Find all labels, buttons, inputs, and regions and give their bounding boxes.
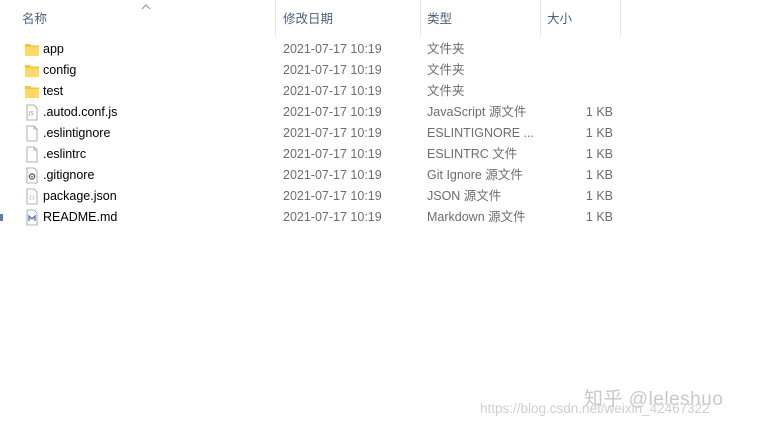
column-header-date[interactable]: 修改日期 [277,0,421,36]
file-row-eslintignore[interactable]: .eslintignore 2021-07-17 10:19 ESLINTIGN… [0,123,761,144]
file-size: 1 KB [585,105,613,119]
file-size: 1 KB [585,126,613,140]
svg-text:{}: {} [29,195,35,201]
file-row-package-json[interactable]: {} package.json 2021-07-17 10:19 JSON 源文… [0,186,761,207]
column-header-size[interactable]: 大小 [541,0,621,36]
file-size: 1 KB [585,189,613,203]
file-name: test [43,84,64,98]
column-header-type[interactable]: 类型 [421,0,541,36]
file-row-gitignore[interactable]: .gitignore 2021-07-17 10:19 Git Ignore 源… [0,165,761,186]
file-row-eslintrc[interactable]: .eslintrc 2021-07-17 10:19 ESLINTRC 文件 1… [0,144,761,165]
column-header-bar: 名称 修改日期 类型 大小 [0,0,761,36]
column-header-size-label: 大小 [547,12,573,26]
markdown-file-icon [26,209,38,226]
file-size: 1 KB [585,210,613,224]
file-date: 2021-07-17 10:19 [283,84,382,98]
file-type: 文件夹 [427,63,465,77]
file-row-app[interactable]: app 2021-07-17 10:19 文件夹 [0,39,761,60]
file-type: ESLINTIGNORE ... [427,126,534,140]
sort-ascending-icon [141,4,151,10]
file-name: .gitignore [43,168,95,182]
file-type: ESLINTRC 文件 [427,147,518,161]
file-date: 2021-07-17 10:19 [283,168,382,182]
column-header-type-label: 类型 [427,12,453,26]
file-name: config [43,63,77,77]
file-name: .autod.conf.js [43,105,118,119]
file-date: 2021-07-17 10:19 [283,42,382,56]
file-type: JSON 源文件 [427,189,502,203]
column-header-date-label: 修改日期 [283,12,334,26]
file-date: 2021-07-17 10:19 [283,105,382,119]
file-row-autod-conf-js[interactable]: JS .autod.conf.js 2021-07-17 10:19 JavaS… [0,102,761,123]
file-name: app [43,42,64,56]
folder-icon [25,65,39,77]
file-date: 2021-07-17 10:19 [283,63,382,77]
folder-icon [25,44,39,56]
gitignore-file-icon [26,167,38,184]
file-name: README.md [43,210,118,224]
file-row-readme-md[interactable]: README.md 2021-07-17 10:19 Markdown 源文件 … [0,207,761,228]
file-row-test[interactable]: test 2021-07-17 10:19 文件夹 [0,81,761,102]
column-header-name-label: 名称 [22,12,48,26]
svg-text:JS: JS [28,111,34,117]
folder-icon [25,86,39,98]
file-type: 文件夹 [427,84,465,98]
file-name: .eslintrc [43,147,87,161]
file-date: 2021-07-17 10:19 [283,210,382,224]
file-date: 2021-07-17 10:19 [283,126,382,140]
file-size: 1 KB [585,147,613,161]
file-size: 1 KB [585,168,613,182]
file-type: 文件夹 [427,42,465,56]
file-date: 2021-07-17 10:19 [283,189,382,203]
file-list: app 2021-07-17 10:19 文件夹 config 2021-07-… [0,39,761,228]
file-name: .eslintignore [43,126,111,140]
file-type: JavaScript 源文件 [427,105,527,119]
file-type: Git Ignore 源文件 [427,168,523,182]
watermark-url: https://blog.csdn.net/weixin_42467322 [480,401,710,416]
edge-marker [0,214,3,221]
file-type: Markdown 源文件 [427,210,526,224]
blank-file-icon [26,146,38,163]
blank-file-icon [26,125,38,142]
file-date: 2021-07-17 10:19 [283,147,382,161]
json-file-icon: {} [26,188,38,205]
file-name: package.json [43,189,117,203]
file-row-config[interactable]: config 2021-07-17 10:19 文件夹 [0,60,761,81]
js-file-icon: JS [26,104,38,121]
